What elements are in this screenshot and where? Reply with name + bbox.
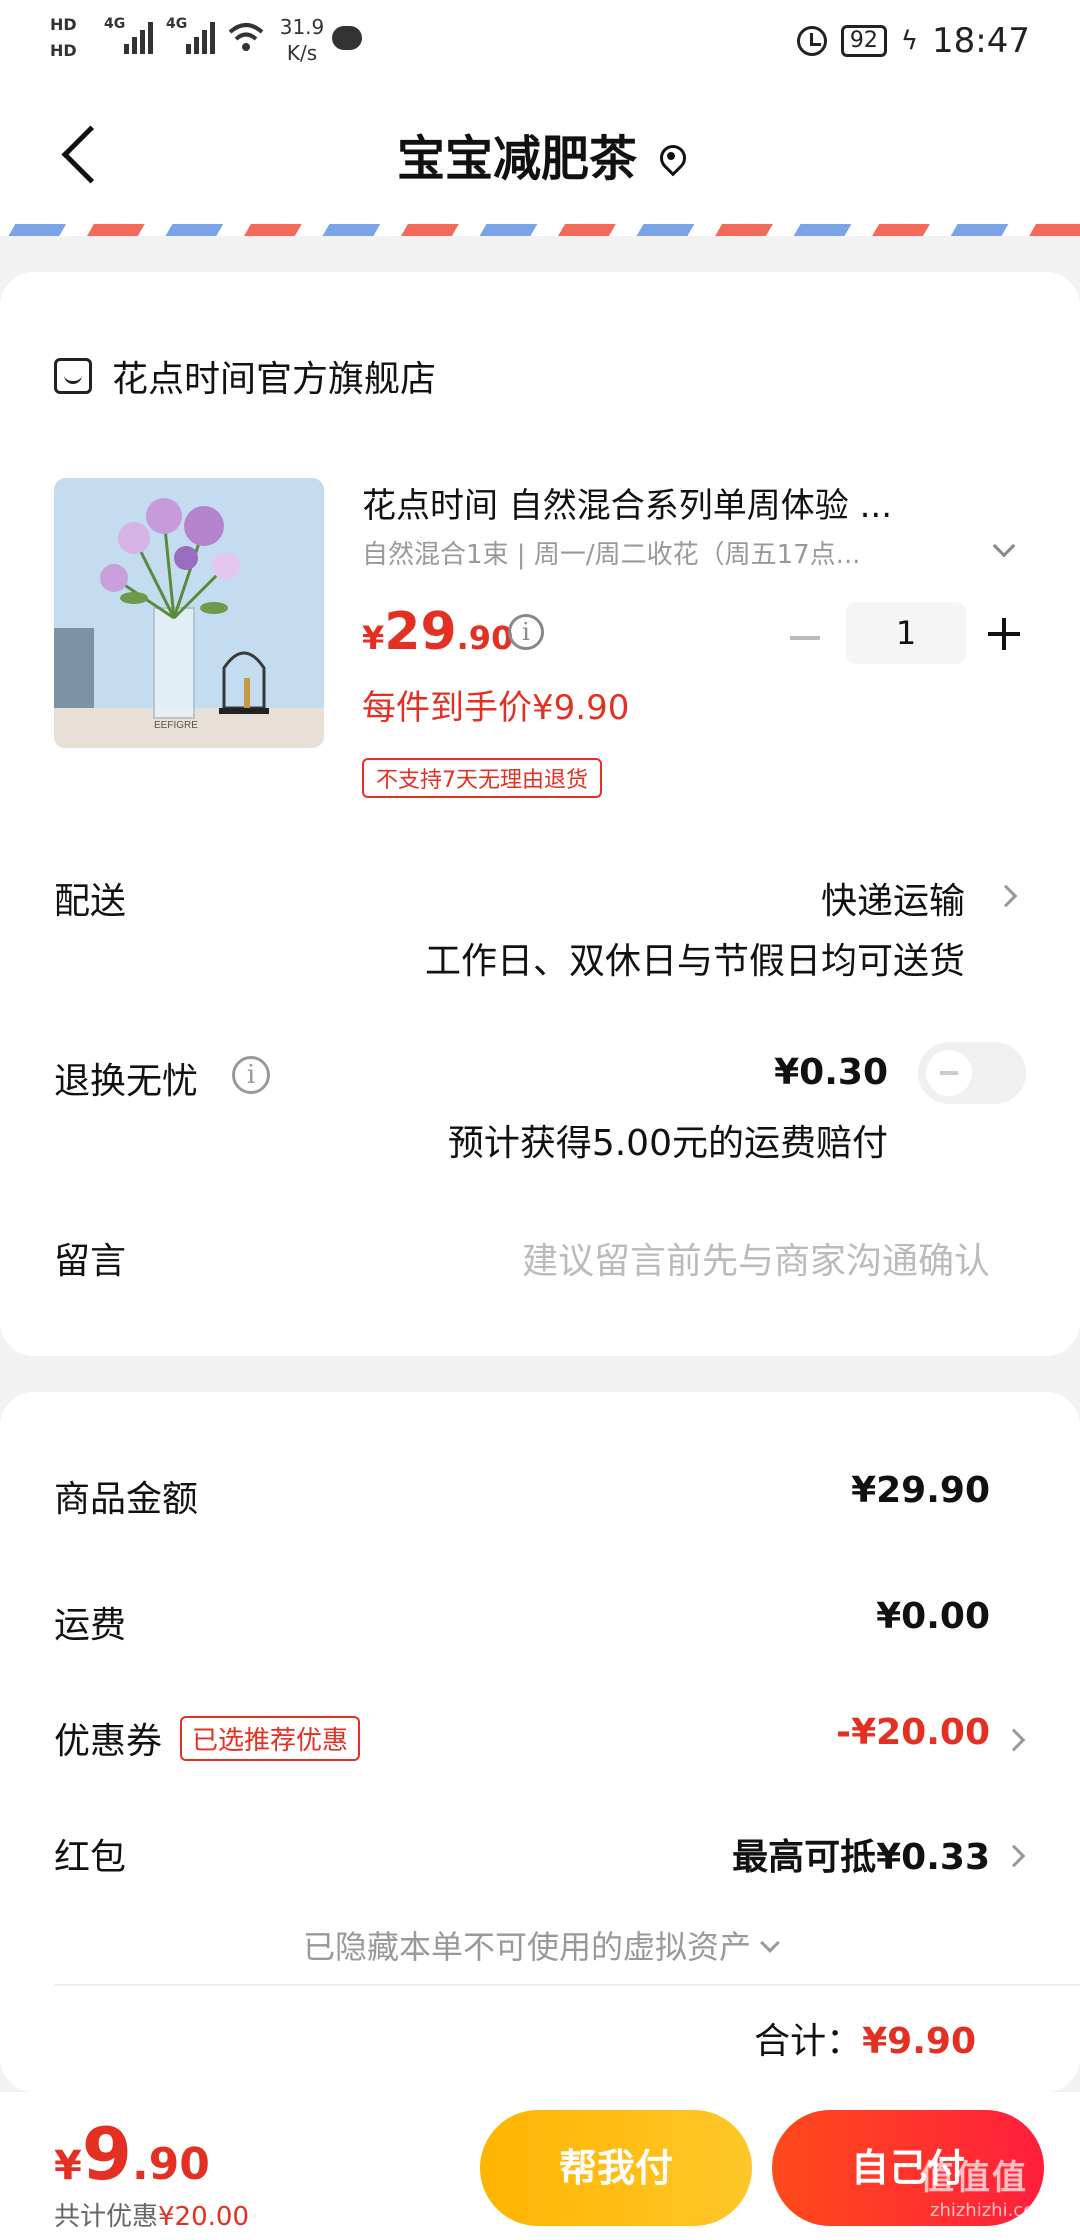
discount-value: ¥20.00: [158, 2202, 249, 2232]
charging-icon: ϟ: [900, 26, 919, 56]
redpacket-row[interactable]: 红包 最高可抵¥0.33: [54, 1828, 1026, 1888]
return-service-price: ¥0.30: [774, 1052, 888, 1093]
total-value: ¥9.90: [862, 2021, 976, 2062]
shipping-row: 运费 ¥0.00: [54, 1596, 1026, 1656]
return-service-toggle[interactable]: [918, 1042, 1026, 1104]
status-right: 92 ϟ 18:47: [796, 16, 1030, 66]
page-title-text: 宝宝减肥茶: [396, 131, 637, 187]
coupon-text: 优惠券: [54, 1721, 163, 1762]
delivery-chevron-icon[interactable]: [994, 884, 1018, 908]
network-label-1: 4G: [104, 16, 126, 32]
goods-amount-text: 商品金额: [54, 1479, 199, 1520]
product-title[interactable]: 花点时间 自然混合系列单周体验 ...: [362, 478, 962, 527]
quantity-input[interactable]: 1: [846, 602, 966, 664]
shipping-label: 运费: [54, 1596, 126, 1648]
redpacket-label: 红包: [54, 1828, 126, 1880]
hidden-assets-toggle[interactable]: 已隐藏本单不可使用的虚拟资产: [0, 1922, 1080, 1968]
coupon-label: 优惠券 已选推荐优惠: [54, 1712, 361, 1764]
order-total: 合计：¥9.90: [754, 2012, 976, 2064]
speed-unit: K/s: [286, 41, 318, 65]
wifi-icon: [228, 20, 264, 54]
signal-icon-2: [186, 20, 215, 54]
alarm-icon: [796, 26, 827, 56]
price-decimal: .90: [456, 619, 514, 657]
message-input[interactable]: 建议留言前先与商家沟通确认: [522, 1232, 990, 1284]
shop-icon: [54, 358, 92, 394]
price-info-icon[interactable]: i: [508, 614, 544, 650]
divider: [54, 1984, 1080, 1986]
delivery-method[interactable]: 快递运输: [821, 872, 965, 924]
price-currency: ¥: [362, 619, 385, 657]
hd2-label: HD: [50, 41, 77, 60]
speed-value: 31.9: [279, 15, 325, 39]
pay-decimal: .90: [131, 2139, 210, 2190]
coupon-value: -¥20.00: [836, 1712, 990, 1753]
goods-amount-label: 商品金额: [54, 1470, 198, 1522]
message-icon: [332, 26, 362, 50]
order-item-card: 花点时间官方旗舰店 EEFIGRE 花点时间 自然混合系列单周体验 ... 自然…: [0, 272, 1080, 1356]
total-discount: 共计优惠¥20.00: [54, 2196, 249, 2233]
coupon-tag: 已选推荐优惠: [180, 1715, 361, 1761]
hidden-assets-text: 已隐藏本单不可使用的虚拟资产: [302, 1928, 751, 1966]
quantity-plus-button[interactable]: [988, 618, 1020, 650]
discount-label: 共计优惠: [54, 2202, 159, 2232]
chevron-down-icon[interactable]: [992, 534, 1016, 558]
chevron-down-icon: [760, 1933, 780, 1953]
goods-amount-row: 商品金额 ¥29.90: [54, 1470, 1026, 1530]
battery-icon: 92: [840, 25, 887, 57]
quantity-minus-button[interactable]: [790, 636, 820, 640]
watermark: 值值值: [920, 2158, 1028, 2198]
redpacket-chevron-icon[interactable]: [1002, 1844, 1026, 1868]
return-service-label: 退换无忧: [54, 1061, 199, 1102]
checkout-bar: ¥9.90 共计优惠¥20.00 帮我付 自己付: [0, 2092, 1080, 2240]
pay-integer: 9: [81, 2112, 132, 2196]
image-text: EEFIGRE: [154, 720, 198, 731]
clock: 18:47: [932, 21, 1030, 61]
delivery-label: 配送: [54, 881, 127, 922]
price-integer: 29: [384, 602, 457, 662]
shipping-text: 运费: [54, 1605, 127, 1646]
total-label: 合计：: [754, 2021, 863, 2062]
page-title: 宝宝减肥茶: [0, 124, 1080, 194]
status-bar: HD HD 4G 4G 31.9 K/s 92 ϟ 18:47: [0, 0, 1080, 80]
return-policy-tag: 不支持7天无理由退货: [362, 758, 602, 798]
delivery-note: 工作日、双休日与节假日均可送货: [424, 941, 965, 982]
help-pay-button[interactable]: 帮我付: [480, 2110, 752, 2226]
redpacket-text: 红包: [54, 1837, 127, 1878]
shop-name: 花点时间官方旗舰店: [112, 359, 437, 400]
coupon-chevron-icon[interactable]: [1002, 1728, 1026, 1752]
airmail-border: [0, 224, 1080, 236]
hd1-label: HD: [50, 15, 77, 34]
return-info-icon[interactable]: i: [232, 1056, 270, 1094]
shop-header[interactable]: 花点时间官方旗舰店: [54, 350, 436, 402]
message-label: 留言: [54, 1241, 127, 1282]
watermark-url: zhizhizhi.com: [930, 2200, 1052, 2221]
pay-currency: ¥: [54, 2143, 82, 2189]
toggle-knob: [926, 1050, 972, 1096]
redpacket-value: 最高可抵¥0.33: [732, 1837, 990, 1878]
hd-indicator: HD HD: [50, 12, 90, 68]
network-speed: 31.9 K/s: [272, 14, 332, 66]
goods-amount-value: ¥29.90: [851, 1470, 990, 1511]
product-image[interactable]: EEFIGRE: [54, 478, 324, 748]
product-price: ¥29.90: [362, 602, 513, 662]
shipping-value: ¥0.00: [876, 1596, 990, 1637]
unit-price: 每件到手价¥9.90: [362, 688, 630, 728]
nav-header: 宝宝减肥茶: [0, 80, 1080, 232]
location-icon[interactable]: [659, 144, 683, 174]
network-label-2: 4G: [166, 16, 188, 32]
return-service-note: 预计获得5.00元的运费赔付: [447, 1123, 888, 1164]
coupon-row[interactable]: 优惠券 已选推荐优惠 -¥20.00: [54, 1712, 1026, 1772]
signal-icon-1: [124, 20, 153, 54]
price-summary-card: 商品金额 ¥29.90 运费 ¥0.00 优惠券 已选推荐优惠 -¥20.00 …: [0, 1392, 1080, 2092]
product-spec[interactable]: 自然混合1束 | 周一/周二收花（周五17点...: [362, 534, 922, 571]
pay-amount: ¥9.90: [54, 2112, 210, 2196]
